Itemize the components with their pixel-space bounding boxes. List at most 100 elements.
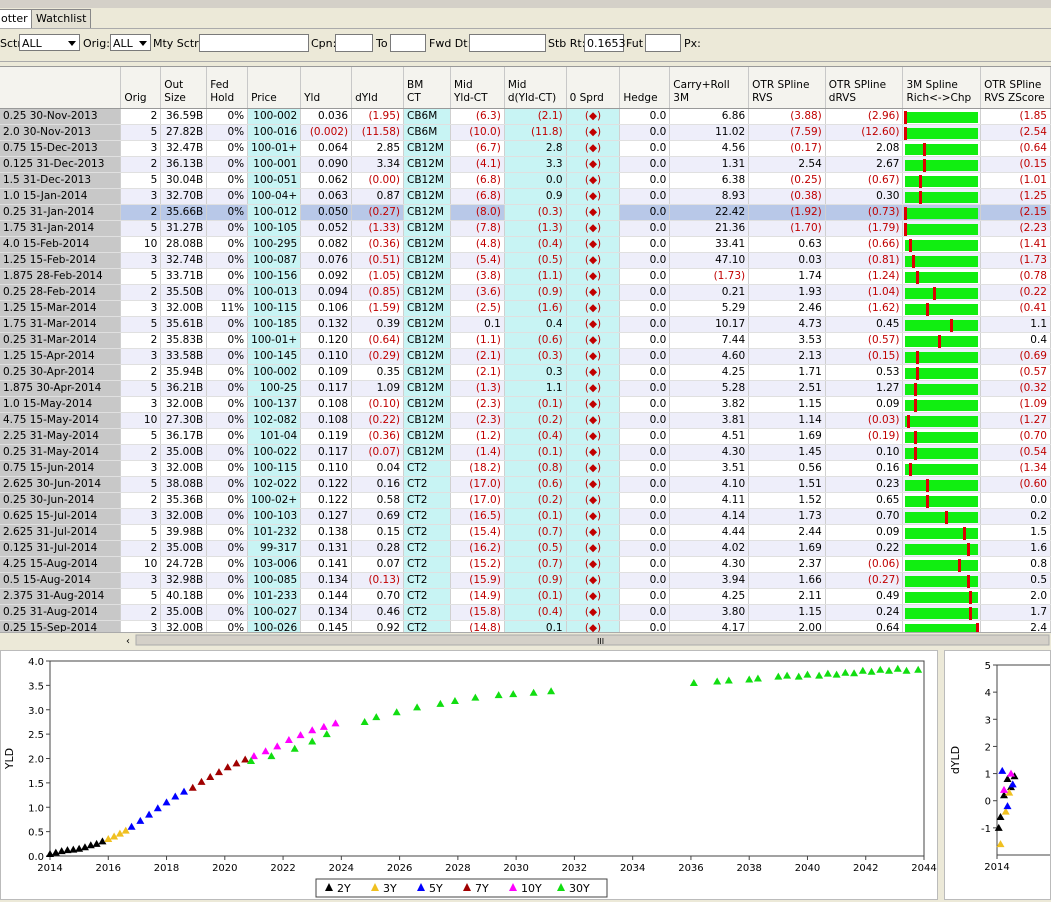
column-header-out-size[interactable]: Out Size [160,67,208,109]
orig-select[interactable]: ALL [110,34,151,51]
table-row[interactable]: 1.875 28-Feb-2014 5 33.71B 0% 100-156 0.092 (1… [0,268,1051,285]
table-row[interactable]: 0.625 15-Jul-2014 3 32.00B 0% 100-103 0.127 0.… [0,508,1051,525]
cell-carry-roll-3m: 3.82 [669,396,750,413]
table-row[interactable]: 0.75 15-Jun-2014 3 32.00B 0% 100-115 0.110 0.0… [0,460,1051,477]
table-row[interactable]: 2.625 30-Jun-2014 5 38.08B 0% 102-022 0.122 0.… [0,476,1051,493]
table-row[interactable]: 0.75 15-Dec-2013 3 32.47B 0% 100-01+ 0.064 2.8… [0,140,1051,157]
cell-bm-ct: CB12M [403,204,451,221]
cell-mid-d-yld-ct: (0.9) [504,572,567,589]
table-row[interactable]: 1.5 31-Dec-2013 5 30.04B 0% 100-051 0.062 (0.0… [0,172,1051,189]
tab-watchlist[interactable]: Watchlist [31,9,91,28]
y-tick-label: 3.5 [28,681,44,692]
table-row[interactable]: 2.25 31-May-2014 5 36.17B 0% 101-04 0.119 (0.3… [0,428,1051,445]
table-row[interactable]: 1.75 31-Jan-2014 5 31.27B 0% 100-105 0.052 (1.… [0,220,1051,237]
y-tick-label: -1 [981,824,991,835]
future-input[interactable] [645,34,681,52]
maturity-sector-input[interactable] [199,34,309,52]
cell-zero-sprd: (◆) [566,524,621,541]
table-row[interactable]: 0.25 31-May-2014 2 35.00B 0% 100-022 0.117 (0.… [0,444,1051,461]
table-row[interactable]: 0.25 30-Nov-2013 2 36.59B 0% 100-002 0.036 (1.… [0,108,1051,125]
column-header-mid-yld-ct[interactable]: Mid Yld-CT [450,67,505,109]
column-header-mid-d-yld-ct[interactable]: Mid d(Yld-CT) [504,67,567,109]
rich-cheap-bar [905,479,979,492]
column-header-otr-spline-rvs-zscore[interactable]: OTR SPline RVS ZScore [980,67,1051,109]
cell-dyld: (0.10) [351,396,405,413]
table-row[interactable]: 1.75 31-Mar-2014 5 35.61B 0% 100-185 0.132 0.3… [0,316,1051,333]
table-row[interactable]: 2.375 31-Aug-2014 5 40.18B 0% 101-233 0.144 0.… [0,588,1051,605]
cell-otr-spline-rvs-zscore: 0.0 [980,492,1051,509]
stub-rate-input[interactable]: 0.1653 [584,34,626,52]
cell-orig: 5 [120,476,162,493]
cell-dyld: 2.85 [351,140,405,157]
cell-otr-spline-rvs: 1.51 [748,476,826,493]
table-row[interactable]: 0.25 31-Aug-2014 2 35.00B 0% 100-027 0.134 0.4… [0,604,1051,621]
rich-cheap-marker [966,575,970,588]
cell-mid-d-yld-ct: 1.1 [504,380,567,397]
yield-chart: 0.0 0.5 1.0 1.5 2.0 2.5 3.0 3.5 4.0 2014 2016 2018 2… [0,650,938,900]
cell-mid-yld-ct: (5.4) [450,252,505,269]
table-row[interactable]: 0.5 15-Aug-2014 3 32.98B 0% 100-085 0.134 (0.1… [0,572,1051,589]
column-header-price[interactable]: Price [247,67,302,109]
table-row[interactable]: 2.625 31-Jul-2014 5 39.98B 0% 101-232 0.138 0.… [0,524,1051,541]
column-header-hedge[interactable]: Hedge [619,67,671,109]
cell-carry-roll-3m: 4.02 [669,540,750,557]
horizontal-scrollbar[interactable]: ‹ III [0,632,1051,647]
x-tick-label: 2030 [503,863,528,874]
cell-out-size: 35.00B [160,604,208,621]
table-row[interactable]: 1.25 15-Apr-2014 3 33.58B 0% 100-145 0.110 (0.… [0,348,1051,365]
table-row[interactable]: 1.0 15-Jan-2014 3 32.70B 0% 100-04+ 0.063 0.87… [0,188,1051,205]
table-row[interactable]: 4.25 15-Aug-2014 10 24.72B 0% 103-006 0.141 0.… [0,556,1051,573]
cell-otr-spline-rvs: 1.93 [748,284,826,301]
table-row[interactable]: 1.25 15-Feb-2014 3 32.74B 0% 100-087 0.076 (0.… [0,252,1051,269]
scroll-left-arrow-icon[interactable]: ‹ [126,636,130,647]
column-header-orig[interactable]: Orig [120,67,162,109]
cell-price: 100-012 [247,204,302,221]
cell-carry-roll-3m: 5.29 [669,300,750,317]
column-header-otr-spline-drvs[interactable]: OTR SPline dRVS [825,67,904,109]
cell-carry-roll-3m: 47.10 [669,252,750,269]
table-row[interactable]: 0.25 30-Apr-2014 2 35.94B 0% 100-002 0.109 0.3… [0,364,1051,381]
cell-dyld: 1.09 [351,380,405,397]
coupon-to-input[interactable] [390,34,426,52]
table-row[interactable]: 0.25 30-Jun-2014 2 35.36B 0% 100-02+ 0.122 0.5… [0,492,1051,509]
rich-cheap-marker [950,319,954,332]
table-row[interactable]: 0.125 31-Dec-2013 2 36.13B 0% 100-001 0.090 3.… [0,156,1051,173]
cell-otr-spline-rvs: 1.15 [748,396,826,413]
cell-fed-hold: 0% [206,508,249,525]
column-header-dyld[interactable]: dYld [351,67,405,109]
y-tick-label: 0 [985,797,991,808]
rich-cheap-bar [905,543,979,556]
tab-plotter[interactable]: otter [0,9,32,28]
column-header-carry-roll-3m[interactable]: Carry+Roll 3M [669,67,750,109]
table-row[interactable]: 1.0 15-May-2014 3 32.00B 0% 100-137 0.108 (0.1… [0,396,1051,413]
table-row[interactable]: 0.25 28-Feb-2014 2 35.50B 0% 100-013 0.094 (0.… [0,284,1051,301]
column-header-security[interactable] [0,67,122,109]
table-row[interactable]: 0.125 31-Jul-2014 2 35.00B 0% 99-317 0.131 0.2… [0,540,1051,557]
cell-orig: 3 [120,348,162,365]
scroll-grip-icon: III [597,637,604,646]
coupon-from-input[interactable] [335,34,373,52]
cell-mid-yld-ct: (2.1) [450,348,505,365]
cell-hedge: 0.0 [619,300,671,317]
sector-select[interactable]: ALL [19,34,80,51]
cell-security: 0.125 31-Dec-2013 [0,156,122,173]
column-header-yld[interactable]: Yld [300,67,353,109]
table-row[interactable]: 4.75 15-May-2014 10 27.30B 0% 102-082 0.108 (0… [0,412,1051,429]
table-row[interactable]: 1.25 15-Mar-2014 3 32.00B 11% 100-115 0.106 (1… [0,300,1051,317]
table-row[interactable]: 4.0 15-Feb-2014 10 28.08B 0% 100-295 0.082 (0.… [0,236,1051,253]
column-header-3m-spline-rich-chp[interactable]: 3M Spline Rich<->Chp [902,67,982,109]
cell-3m-spline-rich-chp [902,156,982,173]
cell-zero-sprd: (◆) [566,460,621,477]
table-row[interactable]: 0.25 31-Mar-2014 2 35.83B 0% 100-01+ 0.120 (0.… [0,332,1051,349]
column-header-otr-spline-rvs[interactable]: OTR SPline RVS [748,67,826,109]
column-header-zero-sprd[interactable]: 0 Sprd [566,67,621,109]
table-row[interactable]: 1.875 30-Apr-2014 5 36.21B 0% 100-25 0.117 1.0… [0,380,1051,397]
cell-out-size: 28.08B [160,236,208,253]
forward-date-input[interactable] [469,34,546,52]
column-header-fed-hold[interactable]: Fed Hold [206,67,249,109]
bond-table: Orig Out Size Fed Hold Price Yld dYld BM CT Mid… [0,67,1051,633]
table-row[interactable]: 2.0 30-Nov-2013 5 27.82B 0% 100-016 (0.002) (1… [0,124,1051,141]
scrollbar-thumb[interactable] [135,634,1050,646]
table-row[interactable]: 0.25 31-Jan-2014 2 35.66B 0% 100-012 0.050 (0.… [0,204,1051,221]
column-header-bm-ct[interactable]: BM CT [403,67,451,109]
